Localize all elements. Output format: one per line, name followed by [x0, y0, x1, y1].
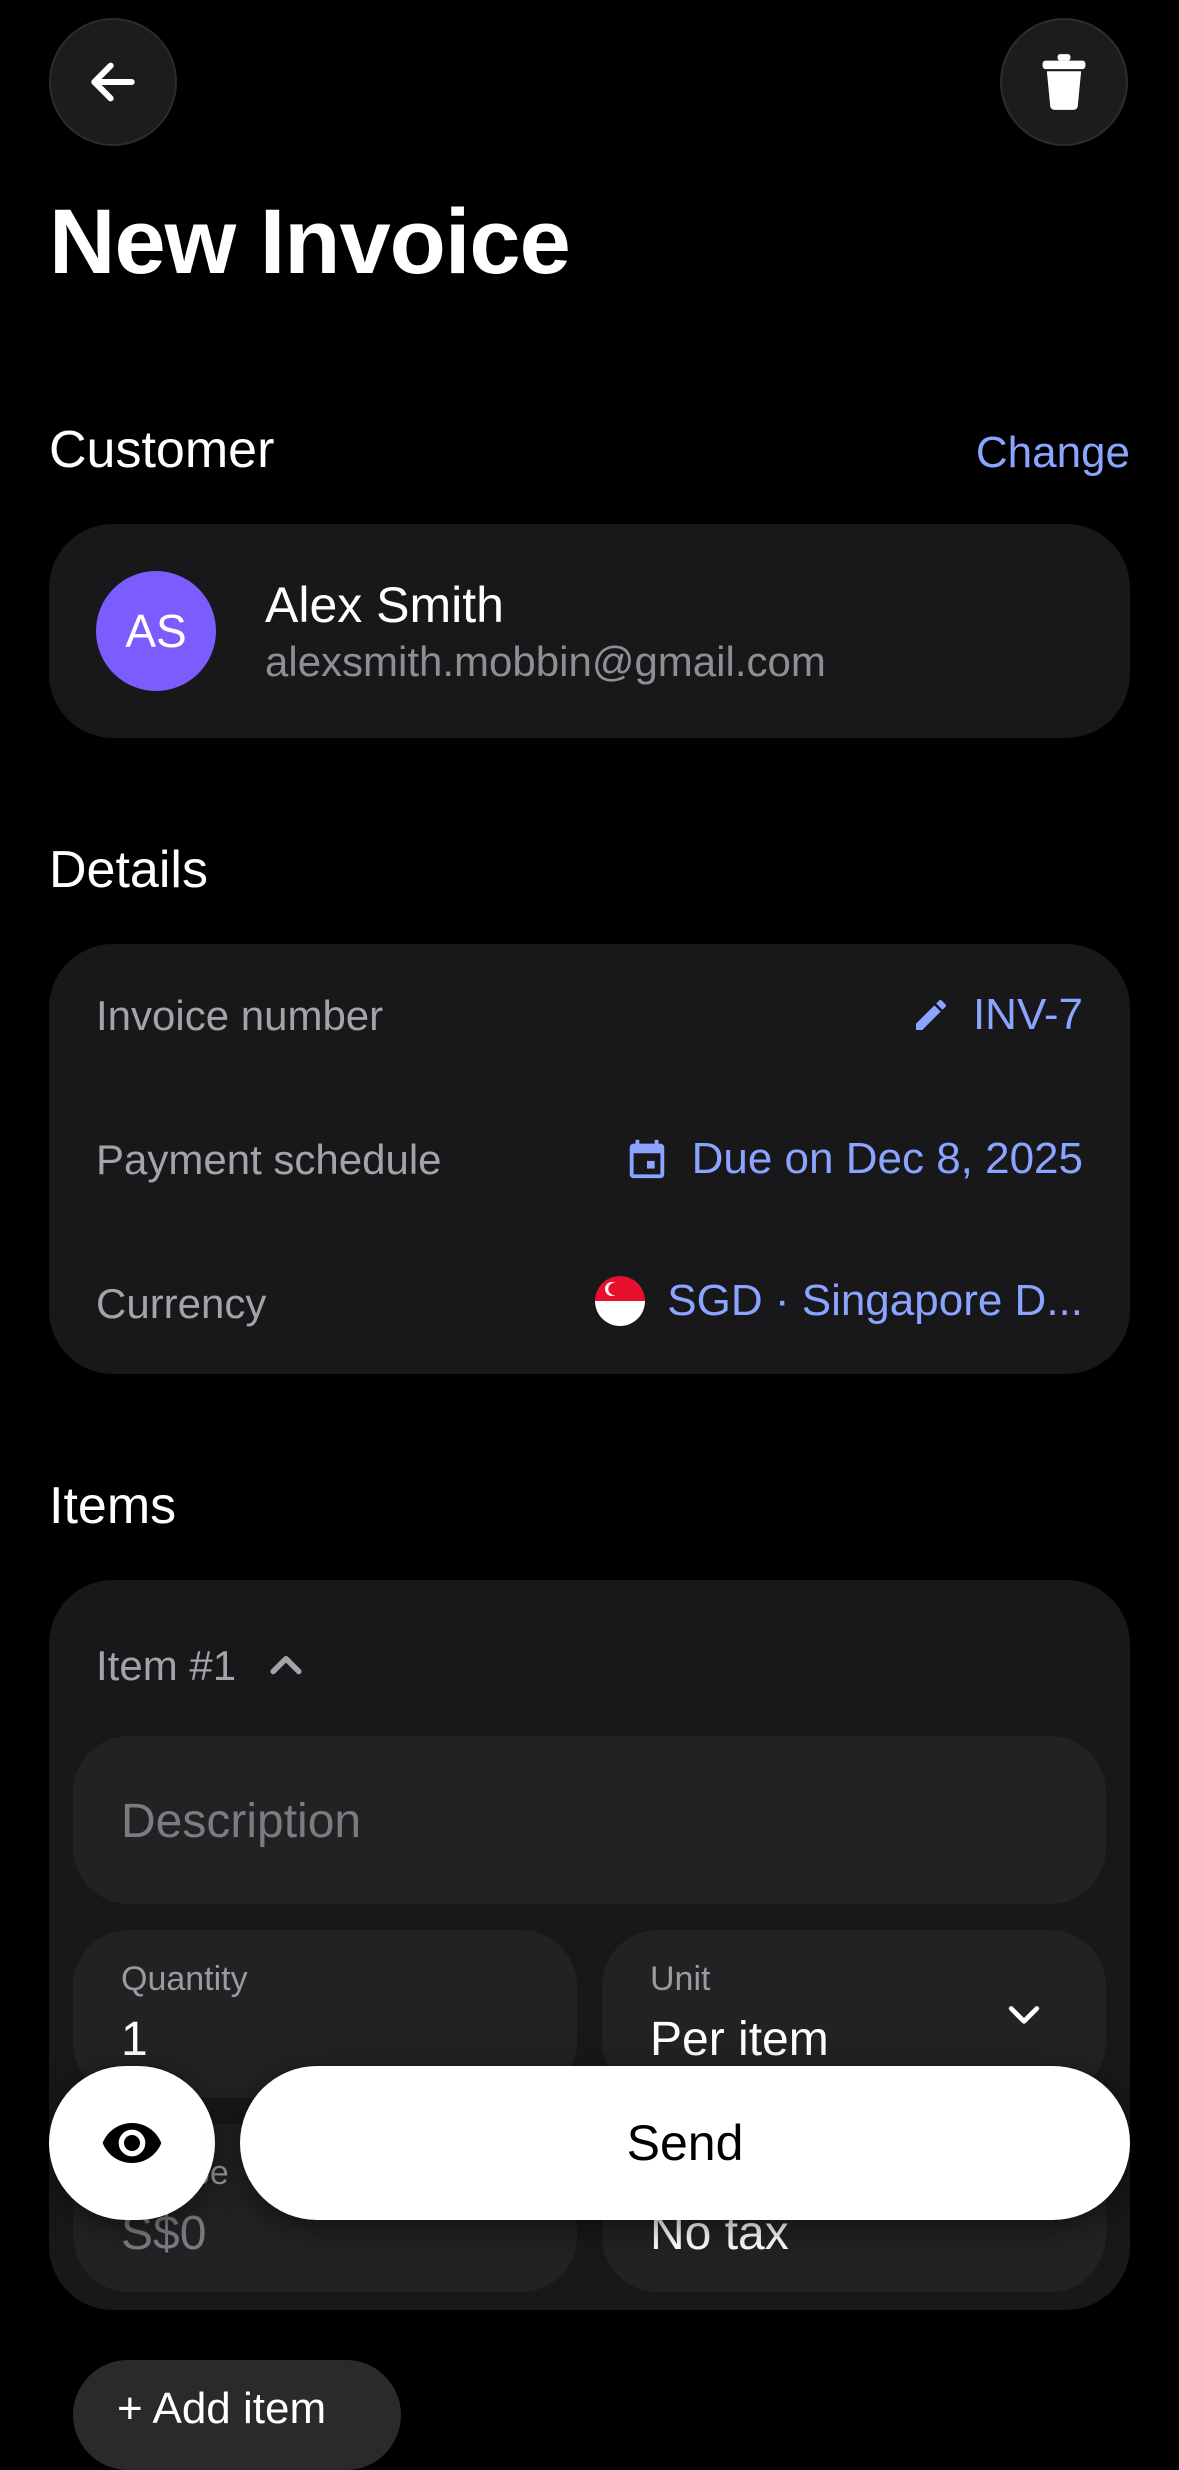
- currency-label: Currency: [96, 1280, 267, 1327]
- send-button[interactable]: Send: [240, 2066, 1130, 2220]
- customer-name: Alex Smith: [265, 577, 504, 633]
- singapore-flag-icon: [595, 1276, 646, 1326]
- customer-card[interactable]: AS Alex Smith alexsmith.mobbin@gmail.com: [49, 524, 1130, 738]
- payment-schedule-label: Payment schedule: [96, 1136, 442, 1183]
- add-item-button[interactable]: + Add item: [73, 2360, 401, 2470]
- back-button[interactable]: [49, 18, 177, 146]
- payment-schedule-text: Due on Dec 8, 2025: [691, 1134, 1083, 1183]
- pencil-icon: [915, 999, 946, 1030]
- avatar: AS: [96, 571, 216, 691]
- quantity-value: 1: [121, 2013, 148, 2066]
- trash-icon: [1042, 54, 1086, 110]
- chevron-up-icon: [270, 1655, 302, 1675]
- send-label: Send: [626, 2115, 744, 2171]
- unit-label: Unit: [650, 1960, 711, 1998]
- delete-button[interactable]: [1000, 18, 1128, 146]
- payment-schedule-value[interactable]: Due on Dec 8, 2025: [624, 1134, 1083, 1184]
- change-customer-link[interactable]: Change: [976, 428, 1130, 478]
- details-card: Invoice number INV-7 Payment schedule Du…: [49, 944, 1130, 1374]
- page-title: New Invoice: [49, 191, 571, 293]
- invoice-number-value[interactable]: INV-7: [911, 990, 1083, 1040]
- eye-icon: [102, 2123, 162, 2163]
- chevron-down-icon: [1008, 2006, 1040, 2024]
- quantity-label: Quantity: [121, 1960, 248, 1998]
- currency-text: SGD · Singapore D...: [667, 1276, 1083, 1325]
- invoice-number-label: Invoice number: [96, 992, 384, 1039]
- customer-section-title: Customer: [49, 421, 275, 479]
- item-header[interactable]: Item #1: [96, 1642, 308, 1690]
- description-placeholder: Description: [121, 1795, 362, 1848]
- items-section-title: Items: [49, 1477, 177, 1535]
- calendar-icon: [629, 1139, 664, 1179]
- details-section-title: Details: [49, 841, 208, 899]
- preview-button[interactable]: [49, 2066, 215, 2220]
- item-title: Item #1: [96, 1642, 237, 1689]
- invoice-number-text: INV-7: [972, 990, 1083, 1039]
- add-item-label: + Add item: [117, 2384, 327, 2433]
- currency-value[interactable]: SGD · Singapore D...: [595, 1276, 1083, 1326]
- unit-value: Per item: [650, 2013, 829, 2066]
- arrow-left-icon: [91, 62, 135, 102]
- description-field[interactable]: Description: [73, 1736, 1106, 1904]
- customer-email: alexsmith.mobbin@gmail.com: [265, 638, 826, 685]
